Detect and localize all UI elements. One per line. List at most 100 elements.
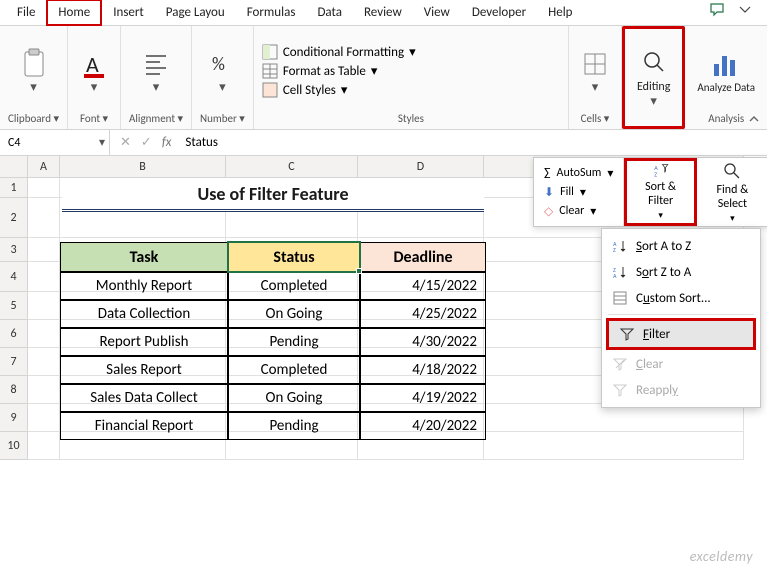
table-cell[interactable]: Data Collection xyxy=(60,300,228,328)
group-editing: Editing ▾ xyxy=(622,26,685,129)
chevron-down-icon: ▾ xyxy=(219,80,226,95)
header-deadline[interactable]: Deadline xyxy=(360,242,486,272)
alignment-button[interactable]: ▾ xyxy=(138,46,174,97)
watermark: exceldemy xyxy=(690,548,753,565)
table-cell[interactable]: On Going xyxy=(228,300,360,328)
col-header-a[interactable]: A xyxy=(28,156,60,177)
reapply-icon xyxy=(612,382,628,398)
filter-icon xyxy=(619,326,635,342)
fx-cancel-icon[interactable]: ✕ xyxy=(120,135,131,150)
find-icon xyxy=(722,161,742,181)
menu-sort-za[interactable]: ZASort Z to A xyxy=(602,259,760,285)
number-button[interactable]: % ▾ xyxy=(204,46,240,97)
tab-insert[interactable]: Insert xyxy=(102,0,155,25)
chevron-down-icon[interactable] xyxy=(737,1,753,21)
group-label: Cells ▾ xyxy=(581,112,610,127)
editing-button[interactable]: Editing ▾ xyxy=(633,44,674,111)
table-cell[interactable]: On Going xyxy=(228,384,360,412)
row-header[interactable]: 4 xyxy=(0,262,28,292)
row-header[interactable]: 7 xyxy=(0,348,28,376)
table-cell[interactable]: Pending xyxy=(228,328,360,356)
col-header-c[interactable]: C xyxy=(226,156,358,177)
row-header[interactable]: 8 xyxy=(0,376,28,404)
conditional-formatting-button[interactable]: Conditional Formatting ▾ xyxy=(262,44,416,60)
table-cell[interactable]: Pending xyxy=(228,412,360,440)
data-table: Task Status Deadline Monthly ReportCompl… xyxy=(60,218,486,440)
clear-button[interactable]: ◇Clear ▾ xyxy=(544,204,613,219)
table-cell[interactable]: 4/25/2022 xyxy=(360,300,486,328)
tab-data[interactable]: Data xyxy=(306,0,353,25)
chevron-down-icon: ▾ xyxy=(153,80,160,95)
title-cell[interactable]: Use of Filter Feature xyxy=(62,178,484,212)
svg-text:A: A xyxy=(86,51,99,78)
fx-enter-icon[interactable]: ✓ xyxy=(141,135,152,150)
format-as-table-button[interactable]: Format as Table ▾ xyxy=(262,63,416,79)
group-number: % ▾ Number ▾ xyxy=(192,26,254,129)
sort-filter-menu: AZSSort A to Zort A to Z ZASort Z to A C… xyxy=(601,228,761,408)
clear-filter-icon xyxy=(612,356,628,372)
chevron-down-icon: ▾ xyxy=(650,94,657,109)
table-cell[interactable]: 4/20/2022 xyxy=(360,412,486,440)
tab-page-layout[interactable]: Page Layou xyxy=(155,0,236,25)
header-task[interactable]: Task xyxy=(60,242,228,272)
table-cell[interactable]: Sales Data Collect xyxy=(60,384,228,412)
tab-view[interactable]: View xyxy=(413,0,461,25)
svg-text:A: A xyxy=(613,272,617,279)
tab-home[interactable]: Home xyxy=(46,0,102,26)
col-header-b[interactable]: B xyxy=(60,156,226,177)
tab-help[interactable]: Help xyxy=(537,0,583,25)
chevron-down-icon[interactable]: ▾ xyxy=(99,135,109,150)
menu-filter[interactable]: Filter xyxy=(609,321,753,347)
table-cell[interactable]: 4/19/2022 xyxy=(360,384,486,412)
paste-button[interactable]: ▾ xyxy=(16,46,52,97)
fx-icon[interactable]: fx xyxy=(162,135,172,150)
formula-input[interactable] xyxy=(181,133,767,152)
group-label: Alignment ▾ xyxy=(129,112,183,127)
editing-dropdown: ∑AutoSum ▾ ⬇Fill ▾ ◇Clear ▾ AZ Sort & Fi… xyxy=(533,157,767,227)
fill-down-icon: ⬇ xyxy=(544,185,554,200)
tab-review[interactable]: Review xyxy=(353,0,413,25)
row-header[interactable]: 5 xyxy=(0,292,28,320)
row-header[interactable]: 9 xyxy=(0,404,28,432)
svg-text:%: % xyxy=(212,53,225,75)
header-status[interactable]: Status xyxy=(228,242,360,272)
table-cell[interactable]: Completed xyxy=(228,272,360,300)
group-label: Font ▾ xyxy=(80,112,108,127)
fill-handle[interactable] xyxy=(356,268,362,274)
table-cell[interactable]: Monthly Report xyxy=(60,272,228,300)
chevron-down-icon: ▾ xyxy=(91,80,98,95)
menu-sort-az[interactable]: AZSSort A to Zort A to Z xyxy=(602,233,760,259)
table-cell[interactable]: Report Publish xyxy=(60,328,228,356)
col-header-d[interactable]: D xyxy=(358,156,484,177)
collapse-ribbon-icon[interactable] xyxy=(747,112,761,130)
select-all-corner[interactable] xyxy=(0,156,28,177)
fill-button[interactable]: ⬇Fill ▾ xyxy=(544,185,613,200)
table-cell[interactable]: 4/15/2022 xyxy=(360,272,486,300)
sort-filter-icon: AZ xyxy=(651,163,671,178)
row-header[interactable]: 10 xyxy=(0,432,28,460)
comments-icon[interactable] xyxy=(709,1,725,21)
table-cell[interactable]: Sales Report xyxy=(60,356,228,384)
row-header[interactable]: 3 xyxy=(0,238,28,262)
find-select-button[interactable]: Find & Select ▾ xyxy=(697,158,767,226)
tab-formulas[interactable]: Formulas xyxy=(236,0,307,25)
autosum-button[interactable]: ∑AutoSum ▾ xyxy=(544,166,613,181)
table-cell[interactable]: 4/18/2022 xyxy=(360,356,486,384)
sort-filter-button[interactable]: AZ Sort & Filter ▾ xyxy=(624,158,696,226)
table-cell[interactable]: Completed xyxy=(228,356,360,384)
name-box[interactable]: C4▾ xyxy=(0,130,110,155)
font-button[interactable]: A ▾ xyxy=(76,46,112,97)
row-header[interactable]: 1 xyxy=(0,178,28,198)
table-cell[interactable]: 4/30/2022 xyxy=(360,328,486,356)
tab-developer[interactable]: Developer xyxy=(461,0,537,25)
cell-styles-button[interactable]: Cell Styles ▾ xyxy=(262,82,416,98)
group-label: Number ▾ xyxy=(200,112,245,127)
row-header[interactable]: 2 xyxy=(0,198,28,238)
analyze-data-button[interactable]: Analyze Data xyxy=(693,46,759,96)
cells-button[interactable]: ▾ xyxy=(577,46,613,97)
menu-custom-sort[interactable]: Custom Sort... xyxy=(602,285,760,311)
row-header[interactable]: 6 xyxy=(0,320,28,348)
custom-sort-icon xyxy=(612,290,628,306)
table-cell[interactable]: Financial Report xyxy=(60,412,228,440)
tab-file[interactable]: File xyxy=(6,0,46,25)
